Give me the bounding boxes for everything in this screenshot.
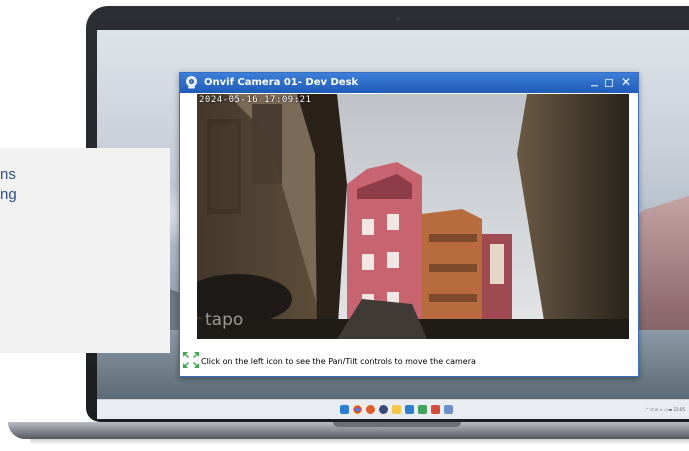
app-icon[interactable] xyxy=(405,405,414,414)
maximize-button[interactable] xyxy=(604,77,614,89)
app-icon[interactable] xyxy=(431,405,440,414)
system-tray[interactable]: ^ ⊡ ⊡ ≈ ◁ ▬ 23:05 xyxy=(620,405,685,415)
camera-timestamp: 2024-05-16 17:09:21 xyxy=(199,95,312,105)
camera-feed[interactable]: 2024-05-16 17:09:21 tapo xyxy=(197,94,629,339)
app-icon[interactable] xyxy=(418,405,427,414)
caption-card: ns ng xyxy=(0,148,170,353)
minimize-button[interactable] xyxy=(590,77,600,89)
app-icon[interactable] xyxy=(366,405,375,414)
taskbar: ^ ⊡ ⊡ ≈ ◁ ▬ 23:05 xyxy=(97,399,689,419)
chrome-icon[interactable] xyxy=(353,405,362,414)
laptop-base-notch xyxy=(333,422,461,427)
folder-icon[interactable] xyxy=(392,405,401,414)
windows-start-icon[interactable] xyxy=(340,405,349,414)
settings-icon[interactable] xyxy=(379,405,388,414)
status-text: Click on the left icon to see the Pan/Ti… xyxy=(201,357,476,366)
camera-feed-image xyxy=(197,94,629,339)
app-icon[interactable] xyxy=(444,405,453,414)
caption-line-2: ng xyxy=(0,186,17,203)
status-bar: Click on the left icon to see the Pan/Ti… xyxy=(180,348,638,376)
window-title: Onvif Camera 01- Dev Desk xyxy=(204,77,359,88)
camera-viewer-window[interactable]: Onvif Camera 01- Dev Desk ✕ 2024-05-16 1… xyxy=(179,72,639,377)
webcam-icon xyxy=(186,76,197,89)
pan-tilt-toggle-icon[interactable] xyxy=(182,351,200,369)
webcam-dot xyxy=(396,17,400,21)
window-title-bar[interactable]: Onvif Camera 01- Dev Desk ✕ xyxy=(180,73,638,93)
caption-line-1: ns xyxy=(0,166,16,183)
laptop-shadow xyxy=(30,439,689,445)
close-button[interactable]: ✕ xyxy=(619,75,633,90)
camera-brand-watermark: tapo xyxy=(205,310,244,330)
desktop-screen: Onvif Camera 01- Dev Desk ✕ 2024-05-16 1… xyxy=(97,30,689,419)
